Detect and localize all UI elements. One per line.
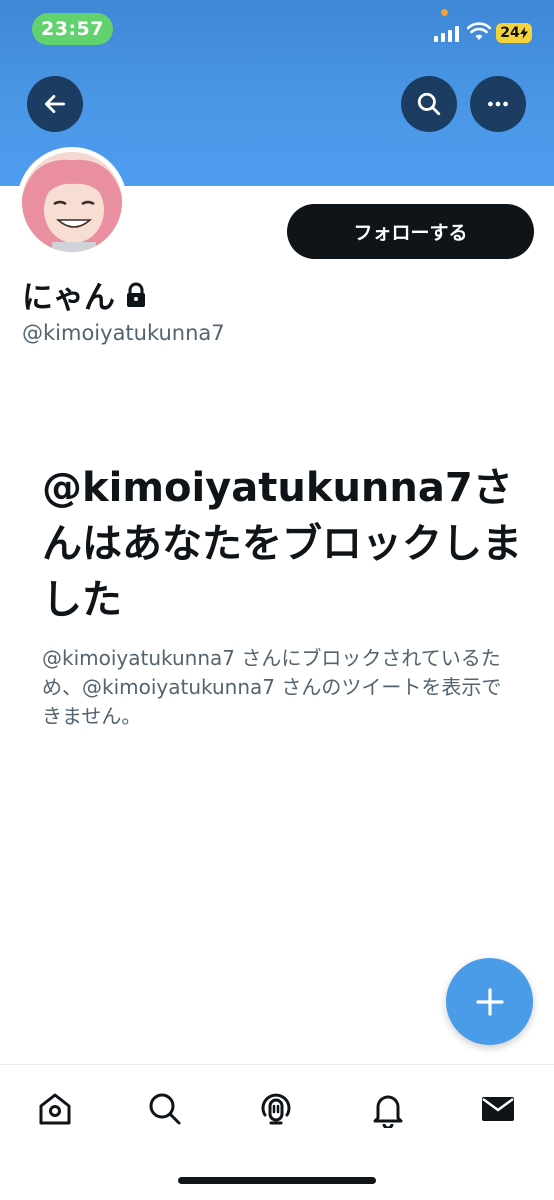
more-horizontal-icon [488,101,508,107]
follow-button[interactable]: フォローする [287,204,534,259]
profile-display-name: にゃん [22,272,147,317]
spaces-icon [261,1093,291,1125]
charging-bolt-icon [519,27,528,39]
plus-icon [475,987,504,1016]
messages-icon [482,1097,514,1121]
display-name-text: にゃん [22,280,115,316]
notifications-icon [373,1095,403,1128]
blocked-description: @kimoiyatukunna7 さんにブロックされているため、@kimoiya… [42,646,502,728]
search-icon [417,92,441,116]
home-icon [39,1093,71,1125]
nav-search[interactable] [143,1087,187,1131]
lock-icon [127,282,145,307]
status-time: 23:57 [32,13,113,45]
more-button[interactable] [470,76,526,132]
search-button[interactable] [401,76,457,132]
nav-notifications[interactable] [366,1087,410,1131]
back-button[interactable] [27,76,83,132]
arrow-left-icon [44,95,66,113]
search-icon [149,1093,181,1125]
compose-tweet-button[interactable] [446,958,533,1045]
cellular-signal-icon [434,26,460,42]
nav-messages[interactable] [476,1087,520,1131]
privacy-indicator-dot [441,9,448,16]
avatar-image [22,152,122,252]
home-indicator[interactable] [178,1177,376,1184]
battery-indicator: 24 [496,23,532,43]
avatar[interactable] [17,147,127,257]
nav-home[interactable] [33,1087,77,1131]
nav-spaces[interactable] [254,1087,298,1131]
wifi-icon [467,22,491,40]
battery-level: 24 [500,25,520,41]
profile-handle: @kimoiyatukunna7 [22,321,225,345]
blocked-title: @kimoiyatukunna7さんはあなたをブロックしました [42,465,522,623]
